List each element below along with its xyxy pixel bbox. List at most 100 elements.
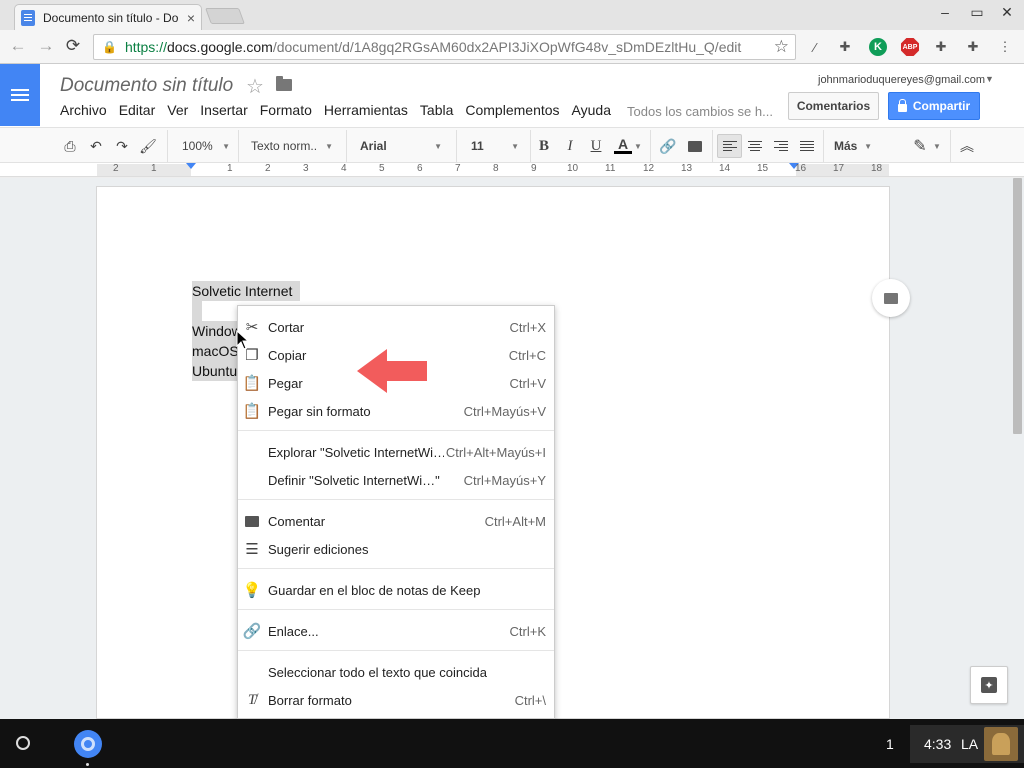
menu-item-seleccionar-coincidencias[interactable]: Seleccionar todo el texto que coincida (238, 659, 554, 685)
add-comment-icon[interactable] (872, 279, 910, 317)
text-color-button[interactable]: A (611, 136, 635, 156)
menu-archivo[interactable]: Archivo (54, 102, 113, 118)
tab-close-icon[interactable]: × (187, 10, 195, 26)
menu-item-enlace[interactable]: 🔗 Enlace... Ctrl+K (238, 618, 554, 644)
menu-herramientas[interactable]: Herramientas (318, 102, 414, 118)
collapse-icon[interactable]: ︽ (957, 136, 977, 156)
toolbar-divider (823, 130, 824, 162)
menu-formato[interactable]: Formato (254, 102, 318, 118)
chevron-down-icon[interactable]: ▼ (932, 136, 942, 156)
close-window-button[interactable]: ✕ (992, 4, 1022, 21)
pencil-icon[interactable]: ✎ (910, 136, 930, 156)
menu-item-cortar[interactable]: ✂ Cortar Ctrl+X (238, 314, 554, 340)
toolbar-divider (238, 130, 239, 162)
paint-format-icon[interactable]: 🖌 (138, 136, 158, 156)
user-email[interactable]: johnmarioduquereyes@gmail.com (818, 74, 985, 86)
wand-icon[interactable]: ⁄ (806, 38, 824, 56)
menu-bar: Archivo Editar Ver Insertar Formato Herr… (54, 102, 617, 118)
menu-item-comentar[interactable]: Comentar Ctrl+Alt+M (238, 508, 554, 534)
align-right-icon (774, 140, 788, 152)
print-icon[interactable]: ⎙ (60, 136, 80, 156)
menu-item-definir[interactable]: Definir "Solvetic InternetWi…" Ctrl+Mayú… (238, 467, 554, 493)
link-icon[interactable]: 🔗 (656, 136, 680, 156)
underline-button[interactable]: U (587, 136, 605, 156)
save-status[interactable]: Todos los cambios se h... (627, 104, 773, 119)
menu-ver[interactable]: Ver (161, 102, 194, 118)
menu-tabla[interactable]: Tabla (414, 102, 459, 118)
menu-item-sugerir[interactable]: ☰ Sugerir ediciones (238, 536, 554, 562)
align-right-button[interactable] (771, 136, 791, 156)
user-avatar[interactable] (984, 727, 1018, 761)
docs-header: Documento sin título ☆ Archivo Editar Ve… (0, 64, 1024, 127)
font-select[interactable]: Arial ▼ (360, 136, 442, 156)
browser-tab[interactable]: Documento sin título - Do × (14, 4, 202, 30)
menu-editar[interactable]: Editar (113, 102, 162, 118)
style-select[interactable]: Texto norm.. ▼ (251, 136, 333, 156)
new-tab-button[interactable] (205, 8, 245, 24)
menu-item-pegar-sin-formato[interactable]: 📋 Pegar sin formato Ctrl+Mayús+V (238, 398, 554, 424)
italic-button[interactable]: I (561, 136, 579, 156)
launcher-icon[interactable] (16, 736, 30, 750)
menu-item-borrar-formato[interactable]: T̸ Borrar formato Ctrl+\ (238, 687, 554, 713)
document-line[interactable]: macOS (192, 341, 239, 361)
chrome-menu-icon[interactable]: ⋮ (996, 38, 1014, 56)
ruler-label: 1 (151, 163, 157, 174)
link-icon: 🔗 (242, 623, 262, 640)
minimize-button[interactable]: – (930, 4, 960, 20)
vertical-scrollbar[interactable] (1013, 178, 1022, 434)
document-line[interactable]: Ubuntu (192, 361, 238, 381)
more-label: Más (834, 139, 858, 153)
insert-comment-icon[interactable] (684, 136, 706, 156)
align-left-button[interactable] (717, 134, 742, 158)
folder-icon[interactable] (276, 76, 292, 91)
puzzle-icon[interactable]: ✚ (964, 38, 982, 56)
notification-count[interactable]: 1 (886, 736, 894, 752)
indent-marker-icon[interactable] (186, 163, 196, 169)
docs-home-icon[interactable] (0, 64, 40, 126)
chevron-down-icon: ▼ (325, 141, 333, 151)
suggest-icon: ☰ (245, 541, 259, 558)
menu-item-shortcut: Ctrl+C (508, 347, 546, 363)
comments-button[interactable]: Comentarios (788, 92, 879, 120)
menu-item-keep[interactable]: 💡 Guardar en el bloc de notas de Keep (238, 577, 554, 603)
ruler-label: 9 (531, 163, 537, 174)
chevron-down-icon[interactable]: ▼ (634, 136, 642, 156)
forward-button[interactable]: → (35, 36, 57, 56)
k-extension-icon[interactable]: K (869, 38, 887, 56)
undo-icon[interactable]: ↶ (86, 136, 106, 156)
back-button[interactable]: ← (7, 36, 29, 56)
menu-item-explorar[interactable]: Explorar "Solvetic InternetWi…" Ctrl+Alt… (238, 439, 554, 465)
document-line[interactable]: Solvetic Internet (192, 281, 301, 301)
chevron-down-icon[interactable]: ▼ (985, 74, 994, 84)
menu-ayuda[interactable]: Ayuda (566, 102, 617, 118)
share-button[interactable]: Compartir (888, 92, 980, 120)
adblock-icon[interactable]: ABP (901, 38, 919, 56)
explore-button[interactable]: ✦ (970, 666, 1008, 704)
redo-icon[interactable]: ↷ (112, 136, 132, 156)
menu-insertar[interactable]: Insertar (194, 102, 253, 118)
puzzle-icon[interactable]: ✚ (836, 38, 854, 56)
omnibox[interactable]: 🔒 https://docs.google.com/document/d/1A8… (93, 34, 796, 60)
align-center-button[interactable] (745, 136, 765, 156)
bold-button[interactable]: B (535, 136, 553, 156)
more-button[interactable]: Más ▼ (834, 136, 872, 156)
comment-icon (242, 511, 262, 531)
bookmark-star-icon[interactable]: ☆ (774, 37, 789, 57)
zoom-select[interactable]: 100% ▼ (182, 136, 230, 156)
star-icon[interactable]: ☆ (246, 74, 264, 99)
ruler-label: 3 (303, 163, 309, 174)
chrome-app-icon[interactable] (74, 730, 102, 758)
font-size-select[interactable]: 11 ▼ (471, 136, 519, 156)
puzzle-icon[interactable]: ✚ (932, 38, 950, 56)
ruler-label: 18 (871, 163, 883, 174)
input-method[interactable]: LA (961, 736, 978, 752)
document-title[interactable]: Documento sin título (60, 75, 233, 97)
reload-button[interactable]: ⟳ (62, 36, 84, 56)
maximize-button[interactable]: ▭ (962, 4, 992, 21)
menu-complementos[interactable]: Complementos (459, 102, 565, 118)
align-left-icon (722, 140, 737, 152)
toolbar-divider (167, 130, 168, 162)
justify-button[interactable] (797, 136, 817, 156)
address-bar-row: ← → ⟳ 🔒 https://docs.google.com/document… (0, 30, 1024, 64)
clock[interactable]: 4:33 (924, 736, 951, 752)
